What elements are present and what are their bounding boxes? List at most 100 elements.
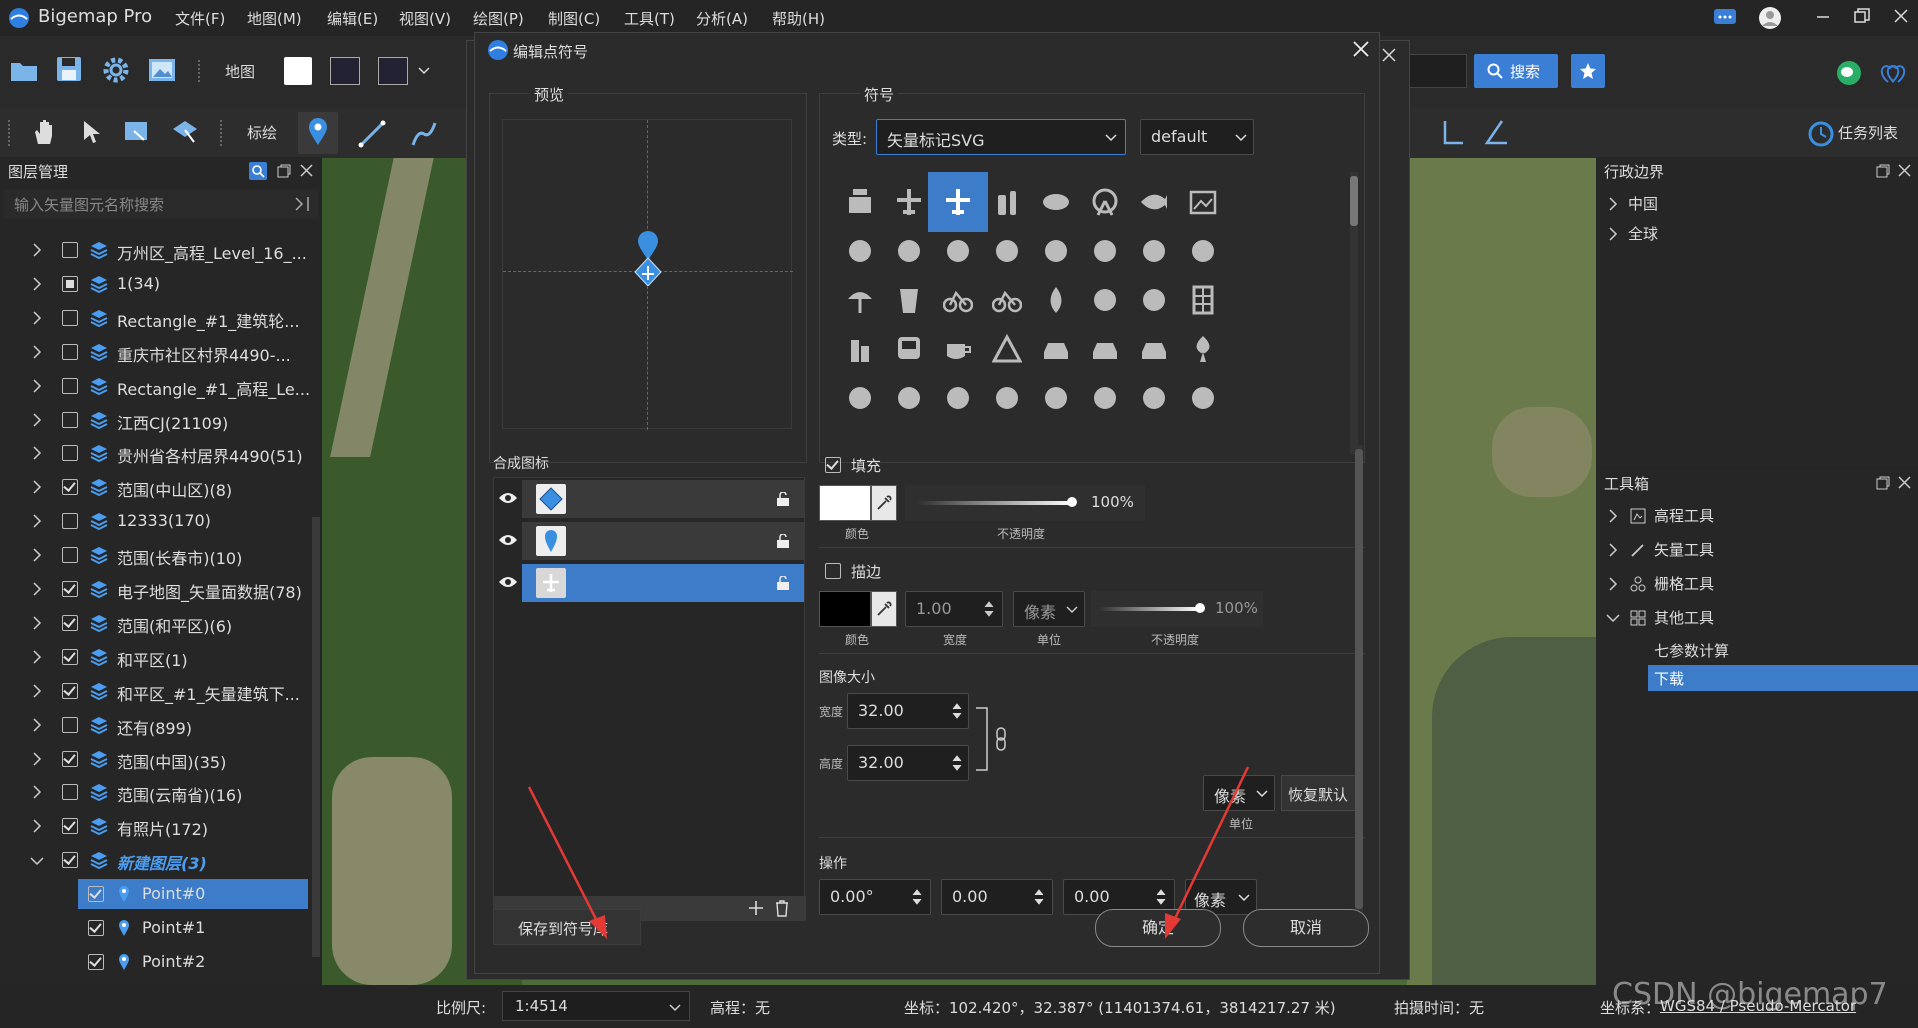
panel-close-icon[interactable] — [1898, 476, 1911, 489]
layer-checkbox[interactable] — [62, 343, 78, 360]
expand-arrow-icon[interactable] — [32, 514, 42, 528]
fill-checkbox[interactable] — [825, 457, 841, 473]
layer-checkbox[interactable] — [62, 309, 78, 326]
fill-opacity-slider[interactable]: 100% — [905, 485, 1145, 521]
layer-row[interactable]: 和平区(1) — [0, 640, 310, 674]
restore-icon[interactable] — [1854, 8, 1870, 24]
layer-row[interactable]: 12333(170) — [0, 504, 310, 538]
map-dark-thumb-2[interactable] — [378, 57, 408, 85]
toolbox-item-other[interactable]: 其他工具 — [1596, 601, 1918, 635]
measure-angle-icon[interactable] — [1484, 120, 1508, 146]
composite-row-diamond[interactable] — [494, 478, 806, 520]
expand-arrow-icon[interactable] — [32, 548, 42, 562]
toolbox-item-vector[interactable]: 矢量工具 — [1596, 533, 1918, 567]
reset-default-button[interactable]: 恢复默认 — [1281, 775, 1357, 811]
fill-color-swatch[interactable] — [819, 485, 871, 521]
cancel-button[interactable]: 取消 — [1243, 909, 1369, 947]
stroke-checkbox[interactable] — [825, 563, 841, 579]
settings-gear-icon[interactable] — [102, 56, 130, 84]
image-icon[interactable] — [148, 58, 176, 82]
collapse-arrow-icon[interactable] — [1606, 613, 1620, 623]
spin-arrows-icon[interactable] — [952, 754, 962, 772]
stroke-eyedropper-button[interactable] — [871, 591, 897, 627]
layer-checkbox[interactable] — [62, 682, 78, 699]
layer-checkbox[interactable] — [62, 411, 78, 428]
curve-tool-icon[interactable] — [410, 120, 438, 148]
spin-arrows-icon[interactable] — [984, 600, 994, 618]
unlock-icon[interactable] — [776, 534, 790, 548]
pan-hand-icon[interactable] — [32, 118, 58, 146]
collapse-search-icon[interactable] — [294, 196, 310, 212]
layer-row[interactable]: 范围(中国)(35) — [0, 742, 310, 776]
panel-float-icon[interactable] — [1876, 476, 1890, 490]
layer-checkbox[interactable] — [62, 750, 78, 767]
menu-cartography[interactable]: 制图(C) — [548, 8, 600, 29]
minimize-icon[interactable] — [1816, 10, 1830, 24]
expand-arrow-icon[interactable] — [32, 684, 42, 698]
layer-row[interactable]: 贵州省各村居界4490(51) — [0, 436, 310, 470]
visibility-eye-icon[interactable] — [498, 533, 518, 547]
layer-checkbox[interactable] — [62, 242, 78, 258]
point-checkbox[interactable] — [88, 953, 104, 970]
menu-help[interactable]: 帮助(H) — [772, 8, 825, 29]
spin-arrows-icon[interactable] — [952, 702, 962, 720]
hearts-icon[interactable] — [1880, 60, 1908, 86]
layer-row[interactable]: 万州区_高程_Level_16_... — [0, 233, 310, 267]
expand-arrow-icon[interactable] — [32, 582, 42, 596]
toolbox-sub-download[interactable]: 下载 — [1648, 665, 1918, 691]
expand-arrow-icon[interactable] — [32, 412, 42, 427]
expand-arrow-icon[interactable] — [32, 650, 42, 664]
panel-close-icon[interactable] — [1898, 164, 1911, 177]
expand-arrow-icon[interactable] — [32, 311, 42, 325]
search-button[interactable]: 搜索 — [1474, 54, 1558, 88]
point-checkbox[interactable] — [88, 920, 104, 936]
layer-checkbox[interactable] — [62, 784, 78, 801]
task-list-label[interactable]: 任务列表 — [1838, 122, 1898, 143]
expand-arrow-icon[interactable] — [1608, 227, 1618, 241]
panel-float-icon[interactable] — [1876, 164, 1890, 178]
layer-checkbox[interactable] — [62, 377, 78, 394]
expand-arrow-icon[interactable] — [32, 243, 42, 257]
layer-checkbox[interactable] — [62, 648, 78, 665]
map-dark-thumb-1[interactable] — [330, 57, 360, 85]
layer-search-input[interactable]: 输入矢量图元名称搜索 — [4, 189, 318, 219]
layer-edit-icon[interactable] — [172, 120, 198, 144]
expand-arrow-icon[interactable] — [1608, 577, 1618, 591]
unlock-icon[interactable] — [776, 576, 790, 590]
layer-checkbox[interactable] — [62, 716, 78, 733]
visibility-eye-icon[interactable] — [498, 491, 518, 505]
unlock-icon[interactable] — [776, 492, 790, 506]
user-avatar-icon[interactable] — [1758, 6, 1782, 30]
select-arrow-icon[interactable] — [82, 120, 102, 144]
rotation-spinbox[interactable]: 0.00° — [819, 879, 931, 915]
wechat-icon[interactable] — [1836, 60, 1862, 86]
add-layer-icon[interactable] — [748, 900, 764, 916]
dialog-close-icon[interactable] — [1353, 41, 1369, 57]
expand-arrow-icon[interactable] — [32, 345, 42, 359]
stroke-opacity-slider[interactable]: 100% — [1091, 591, 1263, 627]
expand-arrow-icon[interactable] — [1608, 197, 1618, 211]
menu-map[interactable]: 地图(M) — [247, 8, 302, 29]
symbol-scrollbar[interactable] — [1350, 172, 1358, 454]
layer-row[interactable]: 重庆市社区村界4490-... — [0, 335, 310, 369]
type-select[interactable]: 矢量标记SVG — [876, 119, 1126, 155]
panel-search-icon[interactable] — [249, 162, 267, 180]
layer-checkbox[interactable] — [62, 275, 78, 292]
composite-row-pin[interactable] — [494, 520, 806, 562]
stroke-width-spinbox[interactable]: 1.00 — [905, 591, 1003, 627]
menu-analysis[interactable]: 分析(A) — [696, 8, 748, 29]
map-white-swatch[interactable] — [284, 57, 312, 85]
zoom-region-icon[interactable] — [124, 120, 150, 144]
expand-arrow-icon[interactable] — [1608, 509, 1618, 523]
save-icon[interactable] — [56, 56, 82, 82]
layer-checkbox[interactable] — [62, 852, 78, 869]
angle-tool-icon[interactable] — [1442, 120, 1464, 146]
panel-float-icon[interactable] — [277, 164, 291, 178]
chevron-down-icon[interactable] — [418, 67, 430, 75]
layer-checkbox[interactable] — [62, 818, 78, 835]
layer-row[interactable]: 还有(899) — [0, 708, 310, 742]
slider-handle[interactable] — [1195, 603, 1205, 613]
point-row[interactable]: Point#0 — [0, 877, 310, 911]
layer-row[interactable]: 和平区_#1_矢量建筑下... — [0, 674, 310, 708]
expand-arrow-icon[interactable] — [32, 480, 42, 494]
